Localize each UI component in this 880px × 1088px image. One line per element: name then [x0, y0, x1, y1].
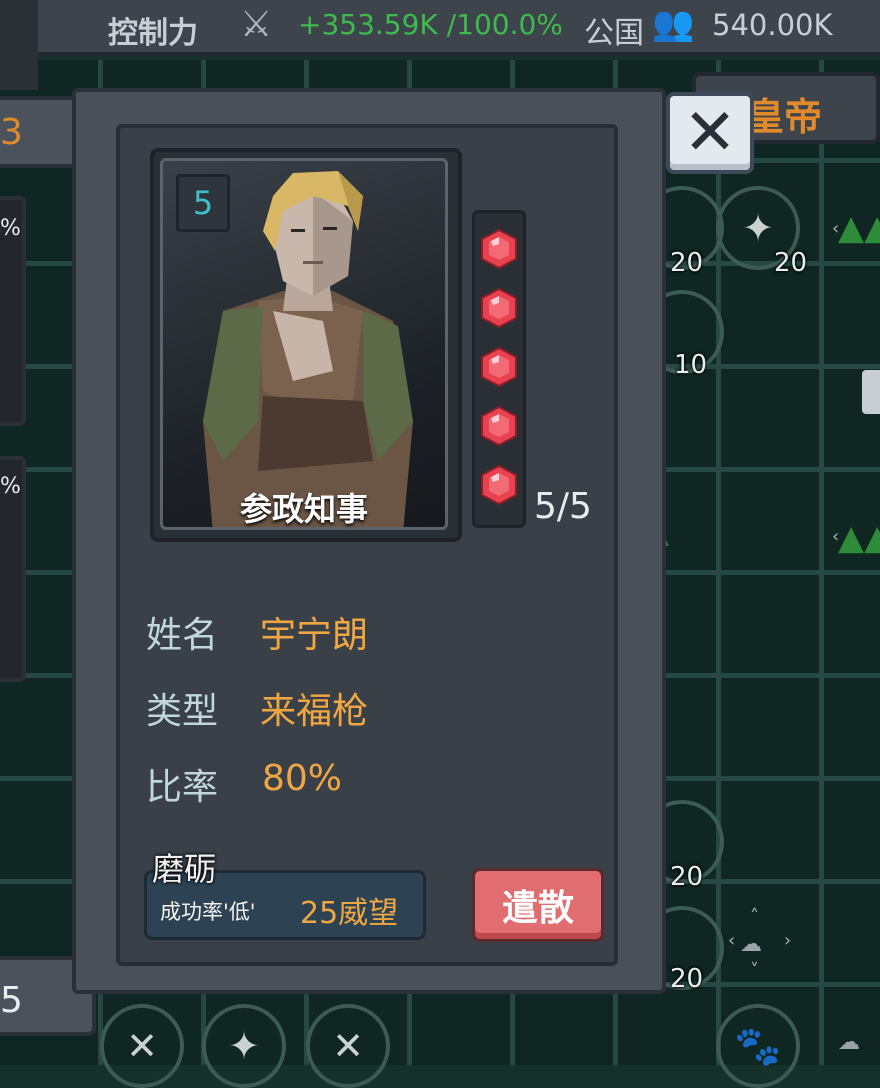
tile-level-number: 20 — [670, 964, 704, 994]
gem-icon — [478, 405, 520, 447]
officer-title: 参政知事 — [239, 490, 368, 528]
chevron-up-icon: ˄ — [750, 906, 759, 927]
chevron-left-icon: ‹ — [728, 930, 736, 951]
gem-icon — [478, 346, 520, 388]
officer-level-badge: 5 — [176, 174, 230, 232]
left-header-digit: 3 — [0, 112, 23, 153]
left-card-1-pct: % — [0, 216, 21, 241]
chevron-left-icon: ‹ — [832, 218, 840, 239]
sharpen-success-rate: 成功率'低' — [160, 900, 256, 924]
axe-star-icon[interactable]: ✦ — [202, 1004, 286, 1088]
emperor-tab-label: 皇帝 — [746, 95, 823, 139]
tile-level-number: 10 — [674, 350, 708, 380]
horse-paw-icon[interactable]: 🐾 — [716, 1004, 800, 1088]
tile-level-number: 20 — [774, 248, 808, 278]
name-value: 宇宁朗 — [260, 615, 369, 656]
sharpen-cost: 25威望 — [300, 896, 399, 931]
rank-label: 公国 — [584, 16, 644, 51]
tile-level-number: 20 — [670, 248, 704, 278]
dismiss-button[interactable]: 遣散 — [472, 868, 604, 942]
left-footer-digit: 5 — [0, 980, 23, 1021]
people-icon: 👥 — [652, 4, 695, 44]
population-value: 540.00K — [712, 8, 833, 42]
gem-count: 5/5 — [534, 486, 592, 527]
crossed-swords-icon[interactable]: ✕ — [306, 1004, 390, 1088]
sheep-icon[interactable]: ☁ — [838, 1030, 860, 1055]
gem-icon — [478, 228, 520, 270]
control-value: +353.59K /100.0% — [298, 8, 563, 41]
scroll-right-handle[interactable] — [862, 370, 880, 414]
rate-label: 比率 — [146, 767, 219, 808]
rate-value: 80% — [262, 758, 343, 799]
tree-icon: ▲▲ — [838, 208, 880, 248]
type-label: 类型 — [146, 691, 219, 732]
name-label: 姓名 — [146, 615, 219, 656]
tree-icon: ▲▲ — [838, 518, 880, 558]
tile-level-number: 20 — [670, 862, 704, 892]
left-card-2-pct: % — [0, 474, 21, 499]
control-label: 控制力 — [108, 16, 198, 51]
type-value: 来福枪 — [260, 691, 369, 732]
close-button[interactable]: ✕ — [666, 92, 754, 174]
top-left-corner — [0, 0, 38, 90]
sheep-icon[interactable]: ☁ — [740, 932, 762, 957]
sharpen-title: 磨砺 — [152, 850, 217, 888]
chevron-down-icon: ˅ — [750, 960, 759, 981]
crossed-swords-icon[interactable]: ✕ — [100, 1004, 184, 1088]
chevron-right-icon: › — [784, 930, 792, 951]
crossed-swords-icon: ⚔ — [240, 4, 273, 45]
close-icon: ✕ — [683, 96, 737, 170]
gem-icon — [478, 287, 520, 329]
gem-icon — [478, 464, 520, 506]
chevron-left-icon: ‹ — [832, 526, 840, 547]
